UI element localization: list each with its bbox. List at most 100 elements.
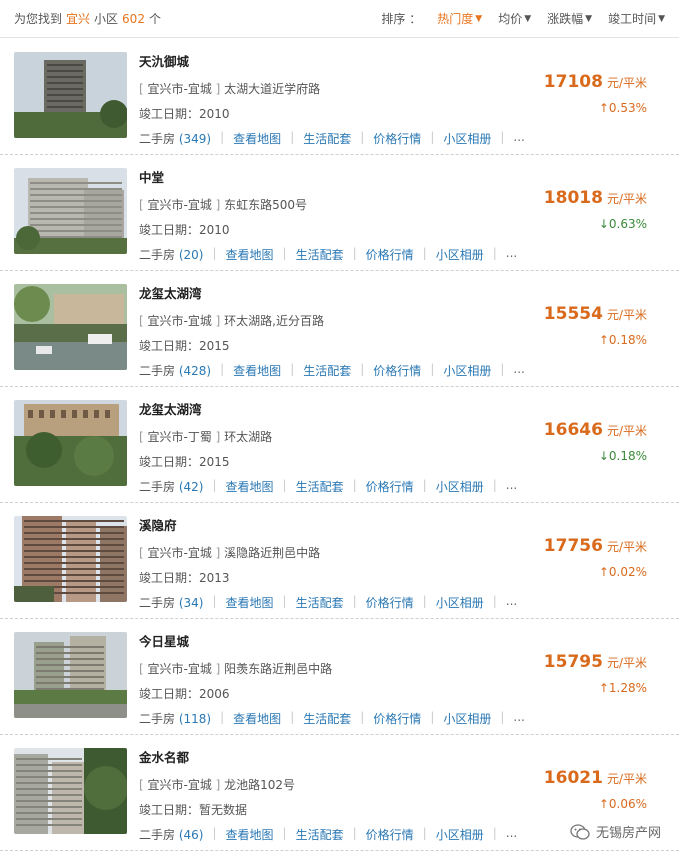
view-map-link[interactable]: 查看地图 bbox=[233, 362, 290, 379]
divider: | bbox=[220, 362, 225, 376]
divider: | bbox=[492, 246, 497, 260]
sort-change[interactable]: 涨跌幅 ▼ bbox=[547, 10, 592, 27]
price-trend-link[interactable]: 价格行情 bbox=[366, 478, 423, 495]
resale-link[interactable]: 二手房 (20) bbox=[139, 246, 212, 263]
divider: | bbox=[360, 710, 365, 724]
price-trend-link[interactable]: 价格行情 bbox=[373, 130, 430, 147]
community-name[interactable]: 龙玺太湖湾 bbox=[139, 283, 202, 302]
community-photo[interactable] bbox=[14, 748, 127, 834]
resale-label: 二手房 bbox=[139, 596, 176, 610]
district: 宜兴市-宜城 bbox=[147, 198, 212, 212]
album-link[interactable]: 小区相册 bbox=[443, 362, 500, 379]
divider: | bbox=[290, 130, 295, 144]
amenities-link[interactable]: 生活配套 bbox=[296, 478, 353, 495]
sort-popularity[interactable]: 热门度 ▼ bbox=[437, 10, 482, 27]
price-value: 18018 bbox=[543, 188, 603, 208]
price-trend-link[interactable]: 价格行情 bbox=[373, 362, 430, 379]
divider: | bbox=[430, 362, 435, 376]
list-item: 今日星城 [ 宜兴市-宜城 ] 阳羡东路近荆邑中路 竣工日期：2006 二手房 (11… bbox=[0, 619, 679, 735]
community-photo[interactable] bbox=[14, 400, 127, 486]
result-count: 602 bbox=[122, 11, 145, 26]
community-name[interactable]: 溪隐府 bbox=[139, 515, 177, 534]
community-name[interactable]: 天氿御城 bbox=[139, 51, 189, 70]
community-name[interactable]: 金水名都 bbox=[139, 747, 189, 766]
album-link[interactable]: 小区相册 bbox=[443, 710, 500, 727]
community-photo[interactable] bbox=[14, 516, 127, 602]
street-address: 东虹东路500号 bbox=[224, 198, 308, 212]
view-map-link[interactable]: 查看地图 bbox=[233, 710, 290, 727]
album-link[interactable]: 小区相册 bbox=[436, 478, 493, 495]
community-links: 二手房 (349) | 查看地图 | 生活配套 | 价格行情 | 小区相册 |... bbox=[139, 130, 525, 147]
album-link[interactable]: 小区相册 bbox=[436, 594, 493, 611]
resale-link[interactable]: 二手房 (428) bbox=[139, 362, 220, 379]
amenities-link[interactable]: 生活配套 bbox=[296, 246, 353, 263]
amenities-link[interactable]: 生活配套 bbox=[303, 710, 360, 727]
view-map-link[interactable]: 查看地图 bbox=[233, 130, 290, 147]
more-link[interactable]: ... bbox=[506, 478, 517, 495]
city-filter[interactable]: 宜兴 bbox=[66, 10, 90, 27]
community-address: [ 宜兴市-宜城 ] 阳羡东路近荆邑中路 bbox=[139, 662, 333, 676]
resale-label: 二手房 bbox=[139, 828, 176, 842]
amenities-link[interactable]: 生活配套 bbox=[296, 826, 353, 843]
price-trend-link[interactable]: 价格行情 bbox=[373, 710, 430, 727]
resale-link[interactable]: 二手房 (349) bbox=[139, 130, 220, 147]
avg-price: 17756 元/平米 bbox=[544, 536, 647, 556]
build-date: 竣工日期：2013 bbox=[139, 571, 230, 585]
community-links: 二手房 (42) | 查看地图 | 生活配套 | 价格行情 | 小区相册 |... bbox=[139, 478, 517, 495]
more-link[interactable]: ... bbox=[513, 130, 524, 147]
view-map-link[interactable]: 查看地图 bbox=[226, 246, 283, 263]
divider: | bbox=[220, 130, 225, 144]
community-photo[interactable] bbox=[14, 632, 127, 718]
district: 宜兴市-宜城 bbox=[147, 314, 212, 328]
price-trend-link[interactable]: 价格行情 bbox=[366, 826, 423, 843]
community-address: [ 宜兴市-宜城 ] 东虹东路500号 bbox=[139, 198, 308, 212]
price-trend-link[interactable]: 价格行情 bbox=[366, 594, 423, 611]
amenities-link[interactable]: 生活配套 bbox=[303, 130, 360, 147]
album-link[interactable]: 小区相册 bbox=[436, 246, 493, 263]
price-trend-link[interactable]: 价格行情 bbox=[366, 246, 423, 263]
amenities-link[interactable]: 生活配套 bbox=[303, 362, 360, 379]
resale-label: 二手房 bbox=[139, 364, 176, 378]
album-link[interactable]: 小区相册 bbox=[436, 826, 493, 843]
resale-link[interactable]: 二手房 (46) bbox=[139, 826, 212, 843]
sort-down-icon: ▼ bbox=[585, 13, 593, 24]
community-name[interactable]: 今日星城 bbox=[139, 631, 189, 650]
community-photo[interactable] bbox=[14, 284, 127, 370]
community-links: 二手房 (20) | 查看地图 | 生活配套 | 价格行情 | 小区相册 |... bbox=[139, 246, 517, 263]
resale-link[interactable]: 二手房 (34) bbox=[139, 594, 212, 611]
resale-link[interactable]: 二手房 (118) bbox=[139, 710, 220, 727]
divider: | bbox=[430, 130, 435, 144]
price-value: 17108 bbox=[543, 72, 603, 92]
album-link[interactable]: 小区相册 bbox=[443, 130, 500, 147]
community-name[interactable]: 龙玺太湖湾 bbox=[139, 399, 202, 418]
sort-down-icon: ▼ bbox=[658, 13, 665, 24]
view-map-link[interactable]: 查看地图 bbox=[226, 594, 283, 611]
community-photo[interactable] bbox=[14, 168, 127, 254]
more-link[interactable]: ... bbox=[506, 246, 517, 263]
sort-build-date[interactable]: 竣工时间 ▼ bbox=[608, 10, 665, 27]
resale-count: (20) bbox=[178, 248, 204, 262]
divider: | bbox=[422, 826, 427, 840]
community-name[interactable]: 中堂 bbox=[139, 167, 164, 186]
view-map-link[interactable]: 查看地图 bbox=[226, 826, 283, 843]
divider: | bbox=[282, 478, 287, 492]
list-item: 龙玺太湖湾[ 宜兴市-丁蜀 ] 环太湖路 竣工日期：2015 二手房 (42) | 查看… bbox=[0, 387, 679, 503]
more-link[interactable]: ... bbox=[506, 826, 517, 843]
price-change: ↑0.02% bbox=[598, 565, 647, 579]
more-link[interactable]: ... bbox=[513, 362, 524, 379]
more-link[interactable]: ... bbox=[506, 594, 517, 611]
community-address: [ 宜兴市-宜城 ] 溪隐路近荆邑中路 bbox=[139, 546, 321, 560]
street-address: 阳羡东路近荆邑中路 bbox=[224, 662, 333, 676]
avg-price: 16021 元/平米 bbox=[544, 768, 647, 788]
view-map-link[interactable]: 查看地图 bbox=[226, 478, 283, 495]
price-change: ↑1.28% bbox=[598, 681, 647, 695]
more-link[interactable]: ... bbox=[513, 710, 524, 727]
resale-link[interactable]: 二手房 (42) bbox=[139, 478, 212, 495]
community-photo[interactable] bbox=[14, 52, 127, 138]
sort-down-icon: ▼ bbox=[524, 13, 532, 24]
street-address: 龙池路102号 bbox=[224, 778, 296, 792]
build-date: 竣工日期：2015 bbox=[139, 339, 230, 353]
divider: | bbox=[430, 710, 435, 724]
sort-avg-price[interactable]: 均价 ▼ bbox=[498, 10, 531, 27]
amenities-link[interactable]: 生活配套 bbox=[296, 594, 353, 611]
